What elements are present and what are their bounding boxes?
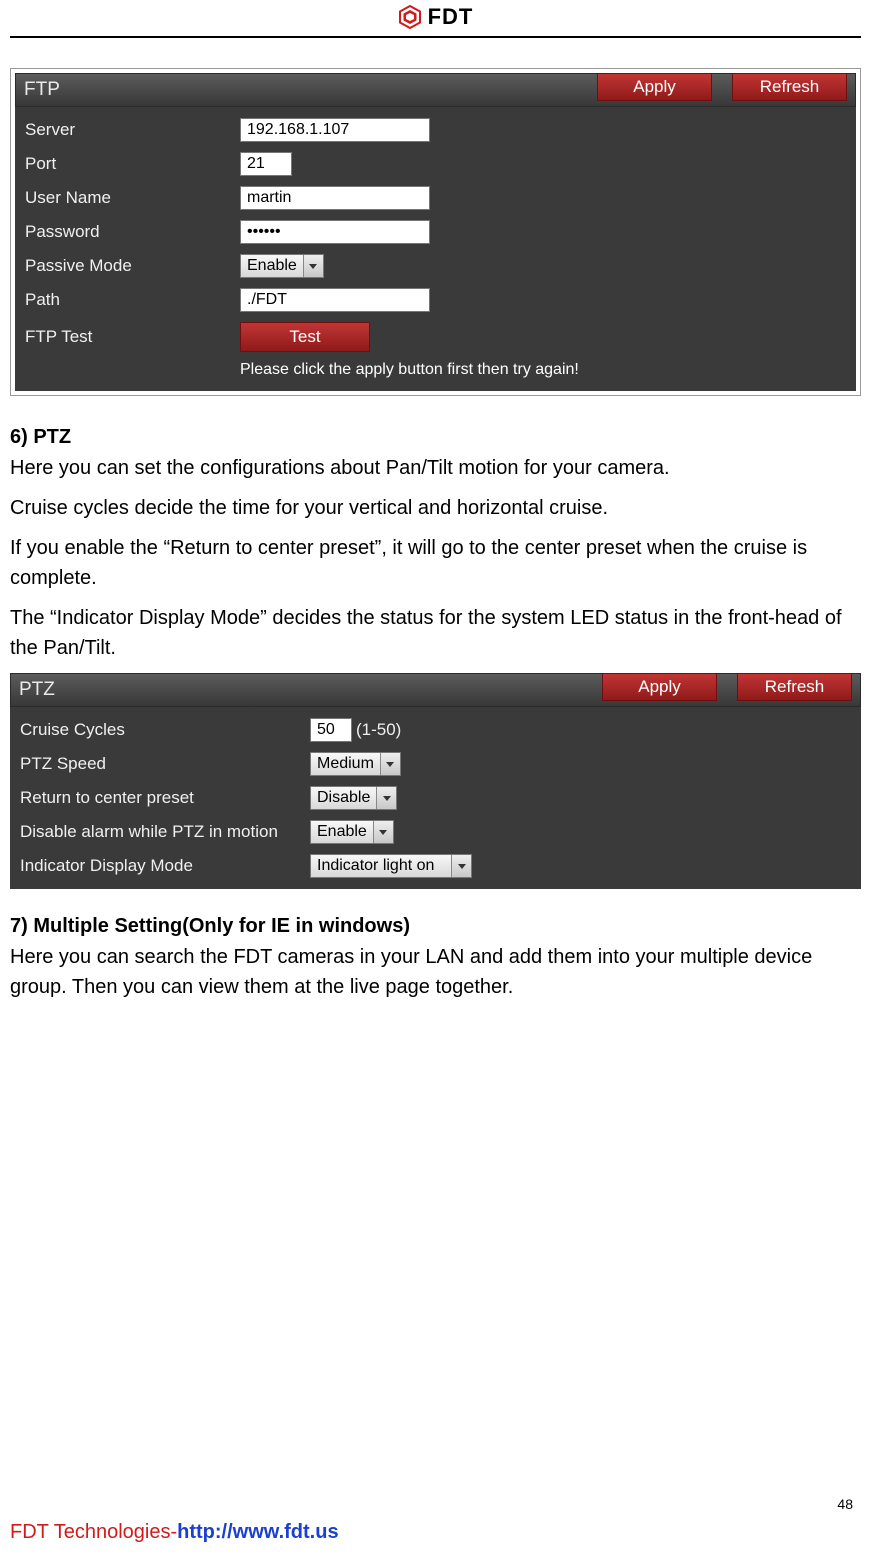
- password-input[interactable]: [240, 220, 430, 244]
- username-input[interactable]: [240, 186, 430, 210]
- disable-alarm-select-value: Enable: [311, 823, 373, 841]
- speed-select-value: Medium: [311, 755, 380, 773]
- refresh-button[interactable]: Refresh: [732, 73, 847, 101]
- return-select[interactable]: Disable: [310, 786, 397, 810]
- return-select-value: Disable: [311, 789, 376, 807]
- cruise-input[interactable]: [310, 718, 352, 742]
- indicator-select[interactable]: Indicator light on: [310, 854, 472, 878]
- ptz-panel-body: Cruise Cycles (1-50) PTZ Speed Medium Re…: [10, 707, 861, 889]
- ftp-panel: FTP Apply Refresh Server Port User Name: [15, 73, 856, 391]
- footer: FDT Technologies-http://www.fdt.us: [10, 1521, 339, 1544]
- ftp-panel-body: Server Port User Name Password Passive M…: [15, 107, 856, 391]
- ptz-paragraph-2: Cruise cycles decide the time for your v…: [10, 493, 861, 523]
- page-header: FDT: [10, 0, 861, 38]
- ftp-username-row: User Name: [25, 181, 846, 215]
- ftp-hint: Please click the apply button first then…: [25, 357, 846, 385]
- ptz-speed-row: PTZ Speed Medium: [20, 747, 851, 781]
- ptz-panel: PTZ Apply Refresh Cruise Cycles (1-50) P…: [10, 673, 861, 889]
- ptz-paragraph-1: Here you can set the configurations abou…: [10, 453, 861, 483]
- return-label: Return to center preset: [20, 788, 310, 808]
- brand-logo-icon: [398, 5, 422, 29]
- multi-paragraph-1: Here you can search the FDT cameras in y…: [10, 942, 861, 1002]
- speed-label: PTZ Speed: [20, 754, 310, 774]
- chevron-down-icon: [373, 821, 393, 843]
- path-label: Path: [25, 290, 240, 310]
- ftp-panel-header: FTP Apply Refresh: [15, 73, 856, 107]
- chevron-down-icon: [451, 855, 471, 877]
- indicator-label: Indicator Display Mode: [20, 856, 310, 876]
- ptz-indicator-row: Indicator Display Mode Indicator light o…: [20, 849, 851, 883]
- ftptest-label: FTP Test: [25, 327, 240, 347]
- ptz-return-row: Return to center preset Disable: [20, 781, 851, 815]
- page-number: 48: [837, 1496, 853, 1512]
- ftp-path-row: Path: [25, 283, 846, 317]
- ftp-panel-title: FTP: [24, 79, 577, 101]
- chevron-down-icon: [376, 787, 396, 809]
- passive-label: Passive Mode: [25, 256, 240, 276]
- disable-alarm-select[interactable]: Enable: [310, 820, 394, 844]
- passive-select[interactable]: Enable: [240, 254, 324, 278]
- disable-alarm-label: Disable alarm while PTZ in motion: [20, 822, 310, 842]
- ptz-disable-alarm-row: Disable alarm while PTZ in motion Enable: [20, 815, 851, 849]
- ftp-test-row: FTP Test Test: [25, 317, 846, 357]
- chevron-down-icon: [303, 255, 323, 277]
- document-page: FDT FTP Apply Refresh Server Port User N…: [0, 0, 871, 1562]
- username-label: User Name: [25, 188, 240, 208]
- port-input[interactable]: [240, 152, 292, 176]
- server-input[interactable]: [240, 118, 430, 142]
- ptz-paragraph-3: If you enable the “Return to center pres…: [10, 533, 861, 593]
- ptz-paragraph-4: The “Indicator Display Mode” decides the…: [10, 603, 861, 663]
- ftp-server-row: Server: [25, 113, 846, 147]
- cruise-label: Cruise Cycles: [20, 720, 310, 740]
- ftp-port-row: Port: [25, 147, 846, 181]
- password-label: Password: [25, 222, 240, 242]
- indicator-select-value: Indicator light on: [311, 857, 451, 875]
- footer-url[interactable]: http://www.fdt.us: [177, 1521, 338, 1543]
- apply-button[interactable]: Apply: [602, 673, 717, 701]
- passive-select-value: Enable: [241, 257, 303, 275]
- cruise-range: (1-50): [356, 720, 401, 740]
- path-input[interactable]: [240, 288, 430, 312]
- ptz-cruise-row: Cruise Cycles (1-50): [20, 713, 851, 747]
- server-label: Server: [25, 120, 240, 140]
- multi-heading: 7) Multiple Setting(Only for IE in windo…: [10, 915, 861, 938]
- ftp-passive-row: Passive Mode Enable: [25, 249, 846, 283]
- test-button[interactable]: Test: [240, 322, 370, 352]
- chevron-down-icon: [380, 753, 400, 775]
- refresh-button[interactable]: Refresh: [737, 673, 852, 701]
- ftp-screenshot-frame: FTP Apply Refresh Server Port User Name: [10, 68, 861, 396]
- ptz-panel-header: PTZ Apply Refresh: [10, 673, 861, 707]
- brand-logo-text: FDT: [428, 4, 474, 30]
- ptz-panel-title: PTZ: [19, 679, 582, 701]
- ptz-heading: 6) PTZ: [10, 426, 861, 449]
- ftp-password-row: Password: [25, 215, 846, 249]
- speed-select[interactable]: Medium: [310, 752, 401, 776]
- port-label: Port: [25, 154, 240, 174]
- footer-company: FDT Technologies-: [10, 1521, 177, 1543]
- apply-button[interactable]: Apply: [597, 73, 712, 101]
